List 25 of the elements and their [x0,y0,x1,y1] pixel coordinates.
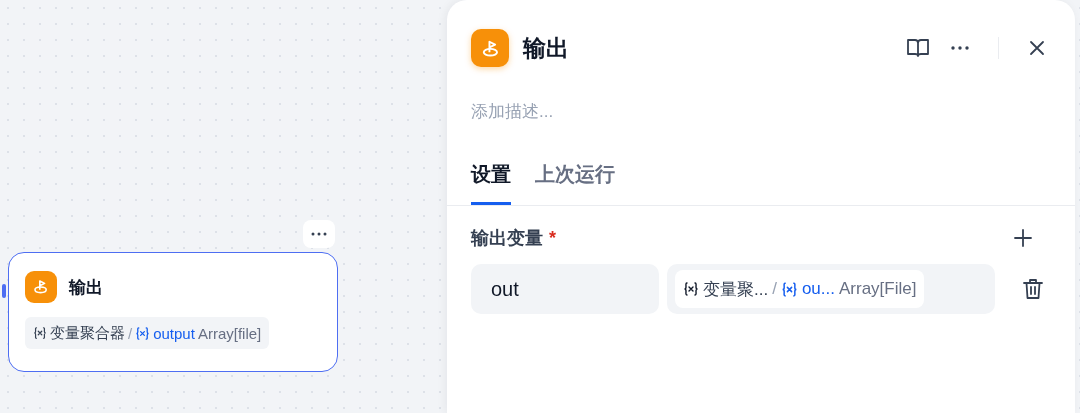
connection-handle[interactable] [2,284,6,298]
tab[interactable]: 设置 [471,161,511,205]
section-label: 输出变量 [471,227,543,250]
variable-icon [683,281,699,297]
variable-icon [33,326,47,340]
separator: / [772,279,777,299]
variable-type: Array[file] [197,324,262,342]
variable-selector[interactable]: 变量聚... / ou... Array[File] [667,264,995,314]
variable-type: Array[File] [839,279,917,299]
flag-icon [471,29,509,67]
panel-title: 输出 [523,33,570,63]
required-mark: * [549,227,556,249]
tab[interactable]: 上次运行 [535,161,615,205]
variable-icon [780,280,798,298]
node-name: 变量聚... [703,278,769,301]
variable-name: ou... [801,279,835,299]
node-title: 输出 [69,276,103,299]
separator: / [128,324,133,342]
variable-name-field[interactable]: out [471,264,659,314]
variable-icon [135,325,151,341]
flag-icon [25,271,57,303]
node-name: 变量聚合器 [50,323,125,343]
variable-name: output [153,324,195,342]
output-node[interactable]: 输出 变量聚合器 / output Array[file] [8,252,338,372]
more-icon [311,232,327,236]
